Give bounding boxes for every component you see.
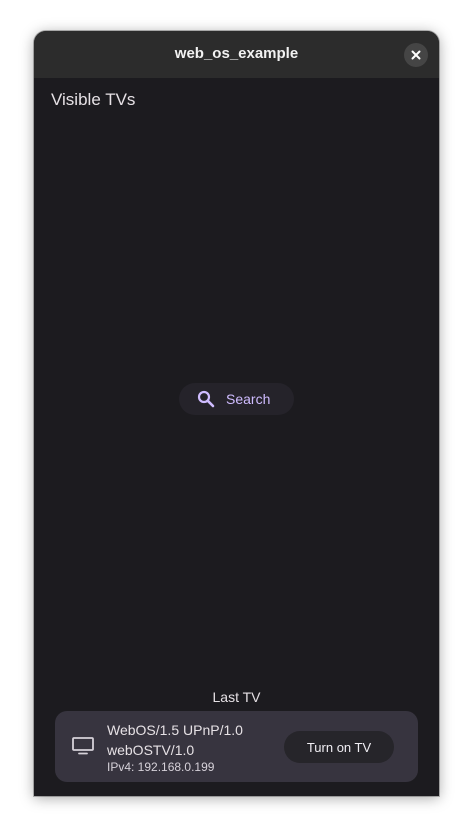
tv-name: WebOS/1.5 UPnP/1.0 webOSTV/1.0: [107, 722, 243, 758]
tv-icon: [72, 737, 94, 755]
search-label: Search: [226, 391, 271, 407]
close-button[interactable]: [404, 43, 428, 67]
main-content: Visible TVs Search Last TV WebOS/1.5 UPn…: [34, 78, 439, 796]
title-bar: web_os_example: [34, 31, 439, 78]
search-button[interactable]: Search: [179, 383, 294, 415]
last-tv-heading: Last TV: [212, 689, 261, 705]
app-window: web_os_example Visible TVs Search Last T…: [34, 31, 439, 796]
window-title: web_os_example: [174, 45, 299, 62]
tv-ip-address: IPv4: 192.168.0.199: [107, 760, 215, 774]
last-tv-card[interactable]: WebOS/1.5 UPnP/1.0 webOSTV/1.0 IPv4: 192…: [55, 711, 418, 782]
search-icon: [197, 390, 215, 408]
section-title: Visible TVs: [51, 90, 136, 109]
close-icon: [411, 50, 421, 60]
turn-on-tv-button[interactable]: Turn on TV: [284, 731, 394, 763]
